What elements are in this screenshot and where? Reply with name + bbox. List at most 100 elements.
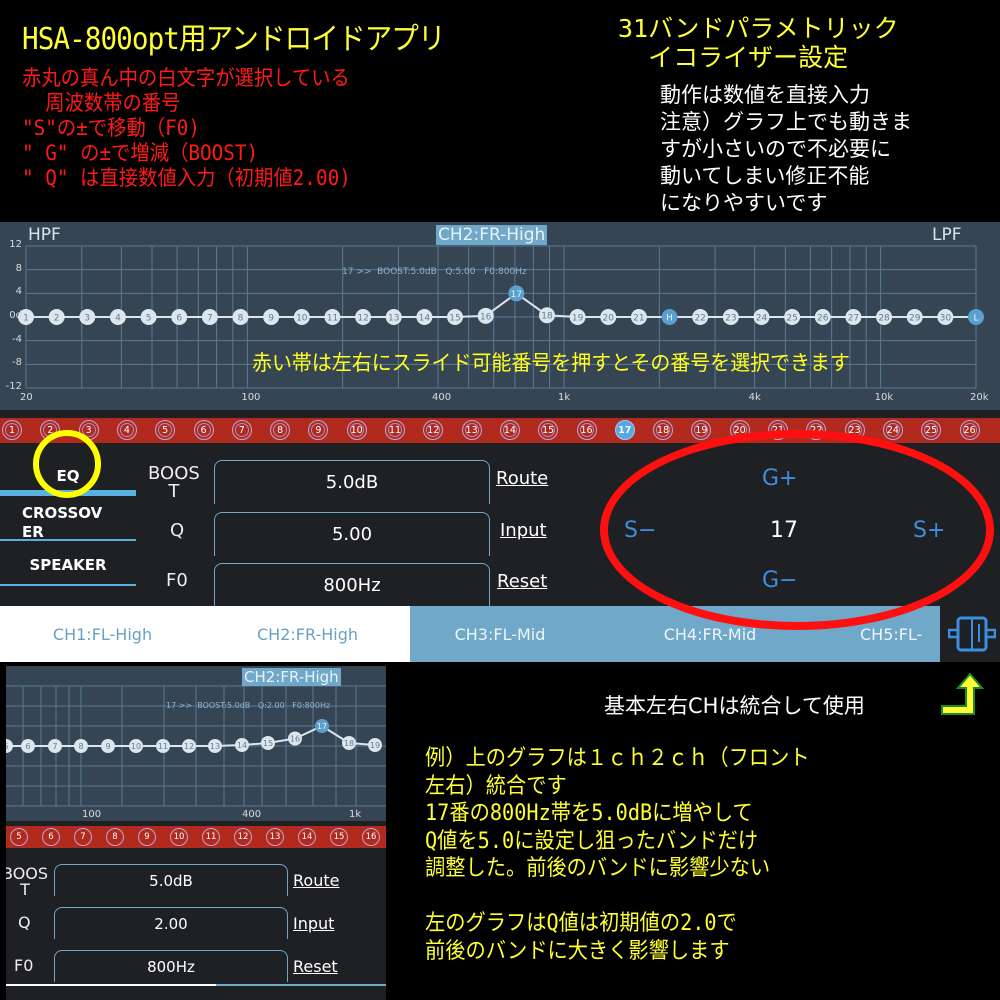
y-tick-label: 8 bbox=[15, 262, 22, 274]
y-tick-label: 12 bbox=[9, 239, 22, 250]
lpf-label[interactable]: LPF bbox=[932, 225, 962, 245]
band-point-8: 8 bbox=[74, 739, 88, 753]
band-button-5[interactable]: 5 bbox=[155, 420, 176, 440]
band-point-12: 12 bbox=[355, 309, 372, 325]
q-input[interactable]: 2.00 bbox=[54, 907, 288, 939]
band-button-7[interactable]: 7 bbox=[74, 828, 92, 846]
band-button-25[interactable]: 25 bbox=[921, 420, 942, 440]
band-point-label: 24 bbox=[756, 314, 768, 324]
band-selector-strip[interactable]: 5 6 7 8 9 10 11 12 13 14 15 16 bbox=[6, 826, 386, 848]
band-button-18[interactable]: 18 bbox=[653, 420, 674, 440]
band-point-26: 26 bbox=[814, 309, 831, 325]
band-point-label: 16 bbox=[480, 312, 492, 322]
band-button-16[interactable]: 16 bbox=[576, 420, 597, 440]
band-point-label: 5 bbox=[146, 314, 152, 324]
band-button-4[interactable]: 4 bbox=[116, 420, 137, 440]
band-point-23: 23 bbox=[722, 309, 739, 325]
side-tab-speaker[interactable]: SPEAKER bbox=[0, 556, 136, 574]
band-point-label: 6 bbox=[25, 742, 30, 751]
band-point-label: 28 bbox=[878, 314, 890, 324]
band-point-16: 16 bbox=[477, 307, 494, 324]
tab-ch2[interactable]: CH2:FR-High bbox=[205, 606, 410, 662]
band-button-12[interactable]: 12 bbox=[234, 828, 252, 846]
y-tick-label: -4 bbox=[12, 333, 22, 345]
band-button-6[interactable]: 6 bbox=[42, 828, 60, 846]
hpf-label[interactable]: HPF bbox=[28, 225, 61, 245]
eq-graph-second[interactable]: 5 6 7 8 9 10 11 12 13 14 15 16 17 18 19 CH2:FR-High 17… bbox=[6, 666, 386, 821]
band-button-8[interactable]: 8 bbox=[106, 828, 124, 846]
band-button-1[interactable]: 1 bbox=[2, 420, 22, 440]
band-point-label: 26 bbox=[817, 314, 829, 324]
band-button-24[interactable]: 24 bbox=[882, 420, 903, 440]
band-button-16[interactable]: 16 bbox=[362, 828, 380, 846]
band-button-10[interactable]: 10 bbox=[170, 828, 188, 846]
band-button-26[interactable]: 26 bbox=[959, 420, 980, 440]
band-point-9: 9 bbox=[101, 739, 115, 753]
band-point-20: 20 bbox=[600, 309, 617, 325]
band-button-13[interactable]: 13 bbox=[266, 828, 284, 846]
band-point-label: 8 bbox=[238, 314, 244, 324]
channel-link-icon[interactable] bbox=[948, 614, 996, 654]
boost-input[interactable]: 5.0dB bbox=[54, 864, 288, 896]
eq-graph-svg[interactable]: 1 2 3 4 5 6 7 8 9 10 11 12 13 14 15 161718 19 20 21 H 22 23 24… bbox=[0, 222, 1000, 410]
reset-button[interactable]: Reset bbox=[293, 957, 338, 976]
band-button-10[interactable]: 10 bbox=[346, 420, 367, 440]
band-button-9[interactable]: 9 bbox=[308, 420, 329, 440]
band-point-10: 10 bbox=[293, 309, 310, 325]
route-button[interactable]: Route bbox=[496, 468, 548, 489]
band-button-5[interactable]: 5 bbox=[10, 828, 28, 846]
band-point-label: 23 bbox=[725, 314, 736, 324]
band-point-label: 9 bbox=[105, 742, 110, 751]
band-point-label: 12 bbox=[357, 314, 368, 324]
band-point-24: 24 bbox=[753, 309, 770, 325]
boost-label: BOOS T bbox=[6, 864, 49, 899]
band-point-8: 8 bbox=[232, 309, 249, 325]
band-point-9: 9 bbox=[263, 309, 280, 325]
x-tick-label: 400 bbox=[431, 392, 452, 403]
divider bbox=[0, 539, 136, 541]
band-point-label: 7 bbox=[207, 314, 213, 324]
band-button-12[interactable]: 12 bbox=[423, 420, 444, 440]
f0-input[interactable]: 800Hz bbox=[54, 950, 288, 982]
band-button-17[interactable]: 17 bbox=[614, 420, 635, 440]
band-button-11[interactable]: 11 bbox=[202, 828, 220, 846]
band-button-6[interactable]: 6 bbox=[193, 420, 214, 440]
tab-ch3[interactable]: CH3:FL-Mid bbox=[410, 606, 590, 662]
band-point-15: 15 bbox=[261, 736, 275, 750]
annotation-example-notes: 例）上のグラフは１ｃｈ２ｃｈ（フロント 左右）統合です 17番の800Hz帯を5… bbox=[425, 746, 810, 964]
band-point-label: 2 bbox=[54, 314, 60, 324]
band-point-label: 14 bbox=[237, 741, 247, 750]
band-point-17: 17 bbox=[508, 285, 525, 302]
band-button-19[interactable]: 19 bbox=[691, 420, 712, 440]
band-point-label: 4 bbox=[115, 314, 121, 324]
band-button-14[interactable]: 14 bbox=[499, 420, 520, 440]
side-tab-crossover[interactable]: CROSSOV ER bbox=[22, 504, 158, 542]
band-point-label: 15 bbox=[449, 314, 460, 324]
band-button-8[interactable]: 8 bbox=[270, 420, 291, 440]
band-point-label: 19 bbox=[370, 741, 380, 750]
eq-graph[interactable]: 1 2 3 4 5 6 7 8 9 10 11 12 13 14 15 16 17 18 19 20 21 H 22 23 24… bbox=[0, 222, 1000, 410]
band-button-14[interactable]: 14 bbox=[298, 828, 316, 846]
band-point-5: 5 bbox=[6, 739, 13, 753]
route-button[interactable]: Route bbox=[293, 871, 339, 890]
band-button-11[interactable]: 11 bbox=[385, 420, 405, 440]
band-point-19: 19 bbox=[368, 738, 382, 752]
input-button[interactable]: Input bbox=[500, 520, 547, 541]
band-point-19: 19 bbox=[569, 309, 586, 325]
band-button-7[interactable]: 7 bbox=[231, 420, 252, 440]
x-tick-label: 10k bbox=[874, 392, 894, 403]
eq-graph-second-svg[interactable]: 5 6 7 8 9 10 11 12 13 14 15 16 17 18 19 bbox=[6, 666, 386, 821]
boost-input[interactable]: 5.0dB bbox=[214, 460, 490, 504]
band-button-9[interactable]: 9 bbox=[138, 828, 156, 846]
f0-input[interactable]: 800Hz bbox=[214, 563, 490, 607]
band-point-6: 6 bbox=[171, 309, 188, 325]
band-button-15[interactable]: 15 bbox=[538, 420, 559, 440]
tab-ch1[interactable]: CH1:FL-High bbox=[0, 606, 205, 662]
y-tick-label: 0d bbox=[9, 310, 22, 321]
band-point-label: 7 bbox=[52, 742, 57, 751]
band-button-15[interactable]: 15 bbox=[330, 828, 348, 846]
reset-button[interactable]: Reset bbox=[497, 571, 547, 592]
q-input[interactable]: 5.00 bbox=[214, 512, 490, 556]
input-button[interactable]: Input bbox=[293, 914, 334, 933]
band-button-13[interactable]: 13 bbox=[461, 420, 482, 440]
